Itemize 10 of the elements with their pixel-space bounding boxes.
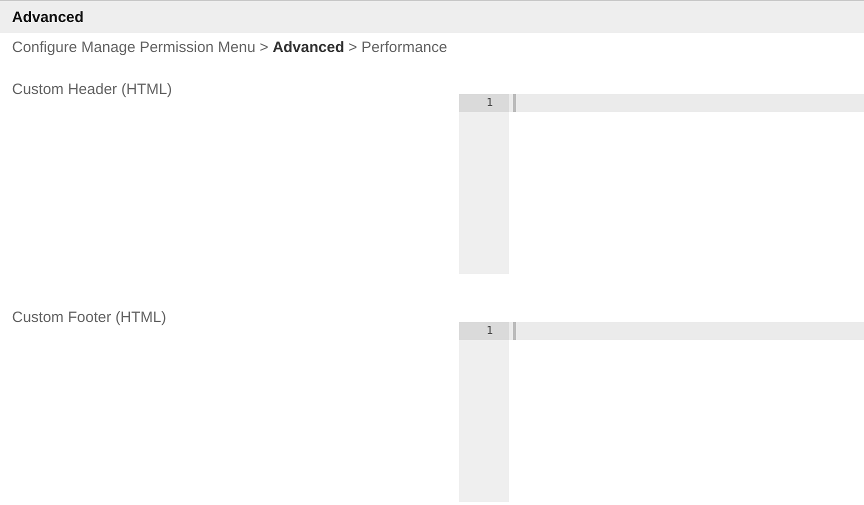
field-label: Custom Header (HTML) [11,81,172,99]
line-number: 1 [459,94,509,112]
code-editor[interactable]: 1 [459,322,864,502]
text-cursor [513,94,516,112]
field-label: Custom Footer (HTML) [11,309,166,327]
text-cursor [513,322,516,340]
panel-title: Advanced [0,0,864,33]
breadcrumb: Configure Manage Permission Menu > Advanced > Performance [11,38,448,57]
line-number: 1 [459,322,509,340]
code-editor[interactable]: 1 [459,94,864,274]
